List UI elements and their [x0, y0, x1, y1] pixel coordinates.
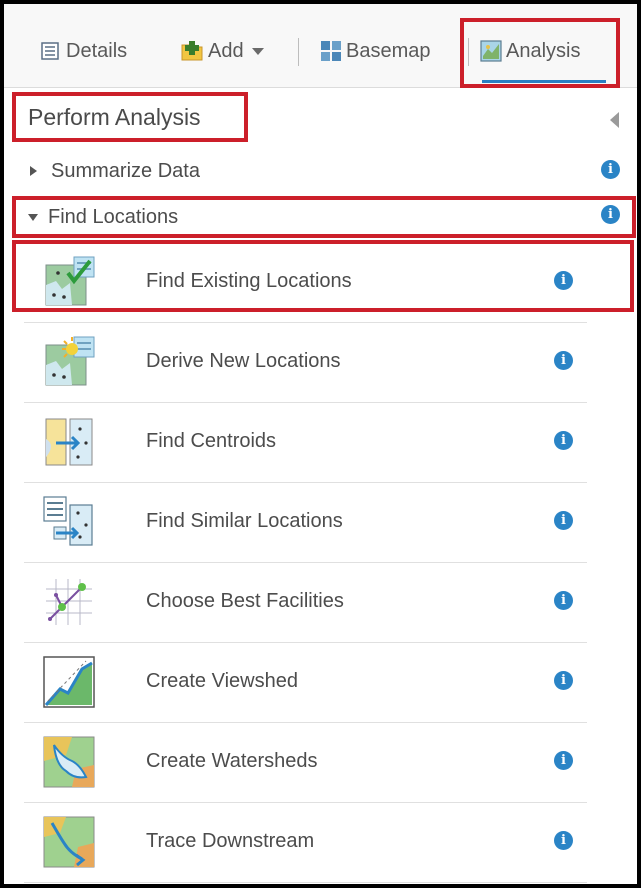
info-icon[interactable]: i	[554, 671, 573, 690]
info-icon[interactable]: i	[554, 831, 573, 850]
choose-best-facilities-icon	[46, 579, 92, 625]
group-label: Find Locations	[48, 205, 179, 228]
find-centroids-icon	[45, 418, 93, 466]
tool-label: Find Similar Locations	[146, 510, 343, 532]
tool-create-viewshed[interactable]: Create Viewshed i	[24, 643, 587, 723]
create-viewshed-icon	[43, 656, 95, 708]
panel-title: Perform Analysis	[28, 104, 201, 130]
create-watersheds-icon	[43, 736, 95, 788]
derive-new-locations-icon	[45, 336, 95, 386]
info-icon[interactable]: i	[554, 351, 573, 370]
tool-find-similar-locations[interactable]: Find Similar Locations i	[24, 483, 587, 563]
add-button[interactable]: Add	[180, 36, 264, 66]
info-icon[interactable]: i	[554, 271, 573, 290]
tool-label: Choose Best Facilities	[146, 590, 344, 612]
tool-label: Find Centroids	[146, 430, 277, 452]
tool-label: Create Watersheds	[146, 750, 318, 772]
basemap-button[interactable]: Basemap	[320, 36, 431, 66]
find-similar-locations-icon	[43, 496, 93, 546]
add-layer-icon	[181, 41, 203, 61]
tool-label: Trace Downstream	[146, 830, 315, 852]
details-label: Details	[66, 39, 128, 62]
info-icon[interactable]: i	[554, 591, 573, 610]
tool-trace-downstream[interactable]: Trace Downstream i	[24, 803, 587, 883]
info-icon[interactable]: i	[601, 205, 620, 224]
tool-label: Create Viewshed	[146, 670, 298, 692]
caret-right-icon	[30, 166, 37, 176]
analysis-label: Analysis	[506, 39, 581, 62]
info-icon[interactable]: i	[554, 751, 573, 770]
caret-down-icon	[28, 213, 38, 221]
basemap-grid-icon	[321, 41, 341, 61]
info-icon[interactable]: i	[554, 511, 573, 530]
tool-create-watersheds[interactable]: Create Watersheds i	[24, 723, 587, 803]
details-button[interactable]: Details	[40, 36, 127, 66]
group-find-locations[interactable]: Find Locations	[18, 200, 630, 234]
group-label: Summarize Data	[51, 159, 200, 182]
trace-downstream-icon	[43, 816, 95, 868]
collapse-panel-icon[interactable]	[610, 112, 619, 128]
tool-find-centroids[interactable]: Find Centroids i	[24, 403, 587, 483]
tool-label: Find Existing Locations	[146, 270, 352, 292]
info-icon[interactable]: i	[601, 160, 620, 179]
chevron-down-icon	[251, 47, 264, 55]
analysis-map-icon	[480, 40, 502, 62]
toolbar-divider	[298, 38, 299, 66]
find-existing-locations-icon	[45, 256, 95, 306]
toolbar-divider	[468, 38, 469, 66]
add-label: Add	[208, 39, 244, 62]
details-icon	[41, 42, 59, 60]
info-icon[interactable]: i	[554, 431, 573, 450]
group-summarize-data[interactable]: Summarize Data	[18, 154, 630, 188]
tab-analysis[interactable]: Analysis	[480, 36, 580, 66]
basemap-label: Basemap	[346, 39, 431, 62]
tool-derive-new-locations[interactable]: Derive New Locations i	[24, 323, 587, 403]
tool-choose-best-facilities[interactable]: Choose Best Facilities i	[24, 563, 587, 643]
toolbar: Details Add Basemap Analysis	[4, 4, 637, 88]
tool-label: Derive New Locations	[146, 350, 341, 372]
active-tab-indicator	[482, 80, 606, 83]
tool-find-existing-locations[interactable]: Find Existing Locations i	[24, 243, 587, 323]
